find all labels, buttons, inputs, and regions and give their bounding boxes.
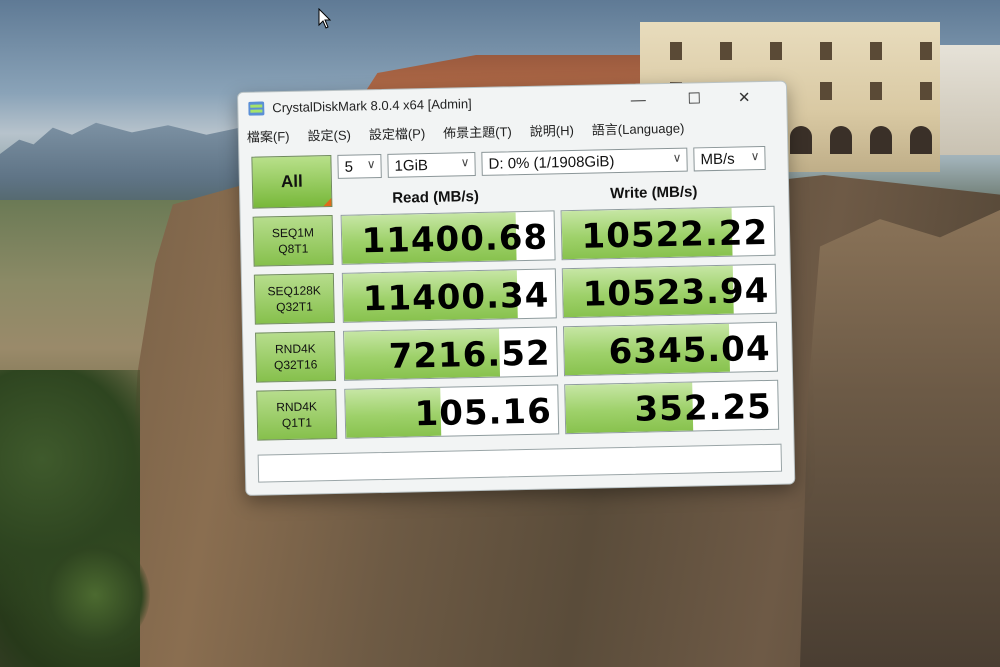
test-params: Q8T1 <box>278 241 309 257</box>
comment-field[interactable] <box>257 443 783 483</box>
all-button[interactable]: All <box>251 155 333 209</box>
menu-file[interactable]: 檔案(F) <box>247 126 290 149</box>
drive-value: D: 0% (1/1908GiB) <box>488 152 615 173</box>
test-params: Q32T1 <box>276 299 313 315</box>
menu-theme[interactable]: 佈景主題(T) <box>443 121 512 144</box>
write-value: 6345.04 <box>608 328 771 373</box>
wallpaper-bush <box>40 540 150 650</box>
size-select[interactable]: 1GiB ∨ <box>387 152 476 178</box>
size-value: 1GiB <box>394 156 429 175</box>
chevron-down-icon: ∨ <box>460 155 470 170</box>
read-value: 11400.34 <box>362 275 550 320</box>
wallpaper-building-far <box>940 45 1000 155</box>
test-name: SEQ1M <box>271 225 315 241</box>
window-title: CrystalDiskMark 8.0.4 x64 [Admin] <box>272 96 472 116</box>
write-value: 10522.22 <box>581 212 769 257</box>
write-value: 352.25 <box>634 386 773 430</box>
test-name: RND4K <box>276 399 318 415</box>
write-result-cell: 6345.04 <box>562 321 778 377</box>
test-name: SEQ128K <box>267 283 322 299</box>
read-value: 11400.68 <box>361 217 549 262</box>
read-result-cell: 11400.68 <box>340 210 556 265</box>
menu-language[interactable]: 語言(Language) <box>592 118 685 142</box>
write-result-cell: 10522.22 <box>560 205 776 261</box>
mouse-cursor-icon <box>318 8 332 29</box>
wallpaper-cliff-right <box>800 210 1000 667</box>
read-result-cell: 7216.52 <box>343 326 559 381</box>
test-rnd4k-q1t1-button[interactable]: RND4K Q1T1 <box>256 388 338 441</box>
chevron-down-icon: ∨ <box>672 150 682 165</box>
menu-settings[interactable]: 設定(S) <box>307 125 351 148</box>
maximize-button[interactable]: ☐ <box>674 86 714 111</box>
read-header: Read (MB/s) <box>392 187 480 207</box>
menu-help[interactable]: 說明(H) <box>530 120 574 143</box>
all-button-corner <box>323 198 332 207</box>
test-params: Q1T1 <box>281 415 313 431</box>
test-params: Q32T16 <box>273 357 318 373</box>
count-value: 5 <box>344 158 354 176</box>
write-result-cell: 10523.94 <box>561 263 777 319</box>
test-name: RND4K <box>274 341 316 357</box>
minimize-button[interactable]: — <box>618 87 658 112</box>
menu-profile[interactable]: 設定檔(P) <box>369 123 426 146</box>
chevron-down-icon: ∨ <box>366 157 376 172</box>
read-result-cell: 11400.34 <box>341 268 557 323</box>
write-result-cell: 352.25 <box>564 379 780 435</box>
test-seq1m-q8t1-button[interactable]: SEQ1M Q8T1 <box>252 215 334 267</box>
count-select[interactable]: 5 ∨ <box>337 153 382 179</box>
close-button[interactable]: ✕ <box>724 85 764 110</box>
read-value: 105.16 <box>414 391 553 435</box>
write-value: 10523.94 <box>582 270 770 315</box>
disk-app-icon <box>248 101 265 116</box>
unit-select[interactable]: MB/s ∨ <box>693 145 766 172</box>
write-header: Write (MB/s) <box>610 183 698 203</box>
test-seq128k-q32t1-button[interactable]: SEQ128K Q32T1 <box>253 273 335 325</box>
crystaldiskmark-window[interactable]: CrystalDiskMark 8.0.4 x64 [Admin] — ☐ ✕ … <box>237 80 796 496</box>
chevron-down-icon: ∨ <box>750 149 760 164</box>
unit-value: MB/s <box>700 150 735 168</box>
menu-bar: 檔案(F) 設定(S) 設定檔(P) 佈景主題(T) 說明(H) 語言(Lang… <box>247 118 685 149</box>
drive-select[interactable]: D: 0% (1/1908GiB) ∨ <box>481 147 688 176</box>
test-rnd4k-q32t16-button[interactable]: RND4K Q32T16 <box>255 330 337 383</box>
read-value: 7216.52 <box>388 333 551 377</box>
read-result-cell: 105.16 <box>344 384 560 439</box>
all-button-label: All <box>280 171 303 192</box>
